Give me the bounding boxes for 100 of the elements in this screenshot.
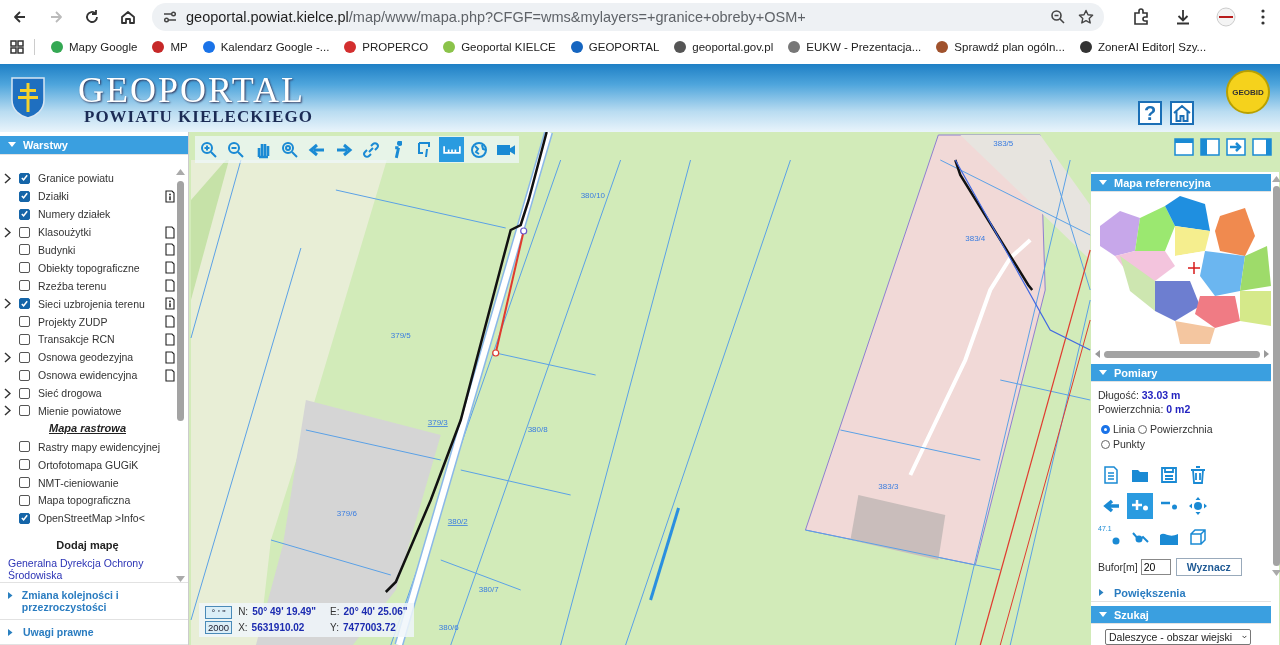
scrollbar-thumb[interactable] [1273,186,1280,566]
layer-checkbox[interactable] [19,494,30,506]
bookmark[interactable]: geoportal.gov.pl [668,38,779,56]
layer-checkbox[interactable] [19,298,30,310]
addpoint-tool-button[interactable] [1127,493,1153,519]
site-title: GEOPORTAL [78,71,306,108]
layer-label[interactable]: Rastry mapy ewidencyjnej [38,440,160,453]
menu-icon[interactable] [1260,8,1266,26]
layer-label[interactable]: Sieć drogowa [38,387,102,400]
layer-checkbox[interactable] [19,441,30,453]
parcel-number: 383/4 [965,234,986,243]
layer-label[interactable]: Obiekty topograficzne [38,261,140,274]
info-document-icon[interactable] [165,297,175,311]
info-icon [393,140,402,159]
star-icon[interactable] [1078,9,1094,25]
bookmark[interactable]: Mapy Google [45,38,143,56]
layer-checkbox[interactable] [19,316,30,327]
layer-checkbox[interactable] [19,190,30,202]
panel-section-header[interactable]: Zmiana kolejności i przezroczystości [0,583,188,620]
site-settings-icon[interactable] [162,9,178,25]
layer-checkbox[interactable] [19,405,30,417]
mode-label[interactable]: Punkty [1112,438,1146,450]
mode-label[interactable]: Powierzchnia [1150,423,1213,435]
layer-checkbox[interactable] [19,262,30,274]
address-bar[interactable]: geoportal.powiat.kielce.pl/map/www/mapa.php?CFGF=wms&mylayers=+granice+obreby+OSM+ [152,3,1104,31]
layer-label[interactable]: Numery działek [38,208,111,221]
mode-label[interactable]: Linia [1112,423,1136,435]
layer-checkbox[interactable] [19,208,30,220]
extensions-icon[interactable] [1132,8,1150,26]
layer-checkbox[interactable] [19,369,30,381]
expand-chevron-icon[interactable] [3,351,11,363]
coordinate-value: 5631910.02 [251,621,305,634]
layer-checkbox[interactable] [19,333,30,345]
scrollbar-thumb[interactable] [1104,350,1260,358]
layer-label[interactable]: Projekty ZUDP [38,315,108,328]
layer-label[interactable]: Granice powiatu [38,172,114,185]
coordinate-format-button[interactable]: ° ' " [205,606,233,619]
layer-checkbox[interactable] [19,351,30,363]
expand-chevron-icon[interactable] [3,226,11,238]
bookmark[interactable]: GEOPORTAL [564,38,665,56]
panel-section-header[interactable]: Uwagi prawne [0,620,188,645]
layer-checkbox[interactable] [19,172,30,184]
apps-icon[interactable] [10,40,24,54]
layer-label[interactable]: Ortofotomapa GUGiK [38,458,139,471]
expand-chevron-icon[interactable] [3,172,11,184]
bookmark[interactable]: Geoportal KIELCE [437,38,561,56]
area-select[interactable]: Daleszyce - obszar wiejski [1105,629,1251,645]
scroll-right-icon[interactable] [1264,350,1269,358]
layer-label[interactable]: Mienie powiatowe [38,404,122,417]
layer-label[interactable]: Transakcje RCN [38,333,115,346]
layer-checkbox[interactable] [19,477,30,488]
layer-checkbox[interactable] [19,459,30,471]
coordinate-system-button[interactable]: 2000 [205,621,233,634]
bookmark[interactable]: EUKW - Prezentacja... [782,38,927,56]
profile-avatar-icon[interactable] [1216,7,1236,27]
add-map-link[interactable]: Generalna Dyrekcja Ochrony Środowiska [8,557,175,582]
section-title[interactable]: Uwagi prawne [23,626,94,638]
compute-button[interactable]: Wyznacz [1175,558,1242,576]
layer-checkbox[interactable] [19,387,30,399]
bookmark[interactable]: Sprawdź plan ogóln... [930,38,1070,56]
layer-label[interactable]: Osnowa geodezyjna [38,351,134,364]
left-panel-icon[interactable] [1200,138,1220,156]
layer-label[interactable]: OpenStreetMap >Info< [38,512,145,525]
section-title[interactable]: Zmiana kolejności i przezroczystości [21,589,180,613]
coordinate-value: 50° 49' 19.49" [252,606,317,619]
bookmark[interactable]: MP [146,38,193,56]
layer-label[interactable]: Rzeźba terenu [38,279,107,292]
layer-label[interactable]: Działki [38,190,69,203]
bookmark[interactable]: PROPERCO [338,38,434,56]
bookmark[interactable]: ZonerAI Editor| Szy... [1073,38,1212,56]
window-icon[interactable] [1174,138,1194,156]
layer-label[interactable]: NMT-cieniowanie [38,476,119,489]
geobid-logo: GEOBID [1226,70,1270,114]
scroll-left-icon[interactable] [1095,350,1100,358]
layer-label[interactable]: Sieci uzbrojenia terenu [38,297,145,310]
help-button[interactable]: ? [1138,101,1162,125]
right-panel-icon[interactable] [1252,138,1272,156]
info-document-icon[interactable] [165,189,175,203]
zoom-icon[interactable] [1050,9,1066,25]
expand-chevron-icon[interactable] [3,387,11,399]
move-icon [1188,496,1208,516]
expand-chevron-icon[interactable] [3,405,11,417]
layer-checkbox[interactable] [19,226,30,238]
link-icon [361,140,380,159]
buffer-input[interactable]: 20 [1140,559,1171,575]
download-icon[interactable] [1174,8,1192,26]
parcel-number: 379/6 [336,509,357,518]
layer-checkbox[interactable] [19,280,30,292]
layer-label[interactable]: Mapa topograficzna [38,494,131,507]
bookmark[interactable]: Kalendarz Google -... [196,38,335,56]
export-icon[interactable] [1226,138,1246,156]
layer-label[interactable]: Budynki [38,243,76,256]
measure-tool-button[interactable] [439,137,464,162]
layer-checkbox[interactable] [19,244,30,256]
layer-label[interactable]: Osnowa ewidencyjna [38,369,138,382]
layer-checkbox[interactable] [19,512,30,524]
expand-chevron-icon[interactable] [3,298,11,310]
mode-radio[interactable] [1101,425,1110,434]
scrollbar-thumb[interactable] [176,181,184,422]
layer-label[interactable]: Klasoużytki [38,226,92,239]
